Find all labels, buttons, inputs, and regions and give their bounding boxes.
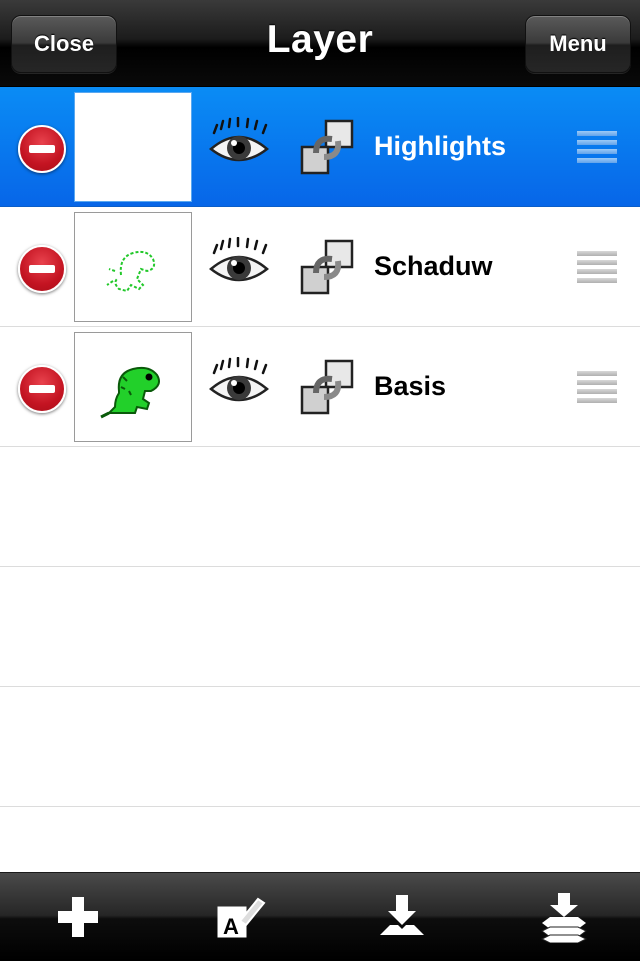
dino-outline-icon <box>106 250 156 293</box>
visibility-eye-icon[interactable] <box>208 357 270 417</box>
visibility-eye-icon[interactable] <box>208 117 270 177</box>
empty-row <box>0 567 640 687</box>
link-layer-icon[interactable] <box>298 237 358 297</box>
empty-row <box>0 447 640 567</box>
layer-row-basis[interactable]: Basis <box>0 327 640 447</box>
delete-layer-icon[interactable] <box>18 245 66 293</box>
layer-list: Highlights Schaduw Basis <box>0 87 640 807</box>
dino-icon <box>100 366 160 419</box>
flatten-icon[interactable] <box>538 891 590 943</box>
merge-down-icon[interactable] <box>376 891 428 943</box>
menu-button[interactable]: Menu <box>525 15 631 73</box>
layer-name: Highlights <box>374 131 506 161</box>
reorder-handle-icon[interactable] <box>577 251 617 283</box>
layer-row-schaduw[interactable]: Schaduw <box>0 207 640 327</box>
layer-name: Basis <box>374 371 447 401</box>
layer-thumbnail[interactable] <box>74 332 192 442</box>
visibility-eye-icon[interactable] <box>208 237 270 297</box>
layer-row-highlights[interactable]: Highlights <box>0 87 640 207</box>
empty-row <box>0 687 640 807</box>
bottom-toolbar: A <box>0 872 640 961</box>
edit-layer-icon[interactable]: A <box>214 891 266 943</box>
delete-layer-icon[interactable] <box>18 125 66 173</box>
add-layer-icon[interactable] <box>52 891 104 943</box>
link-layer-icon[interactable] <box>298 117 358 177</box>
reorder-handle-icon[interactable] <box>577 371 617 403</box>
reorder-handle-icon[interactable] <box>577 131 617 163</box>
navigation-bar: Close Layer Menu <box>0 0 640 87</box>
link-layer-icon[interactable] <box>298 357 358 417</box>
layer-thumbnail[interactable] <box>74 212 192 322</box>
layer-thumbnail[interactable] <box>74 92 192 202</box>
svg-text:A: A <box>223 914 239 939</box>
delete-layer-icon[interactable] <box>18 365 66 413</box>
layer-name: Schaduw <box>374 251 493 281</box>
